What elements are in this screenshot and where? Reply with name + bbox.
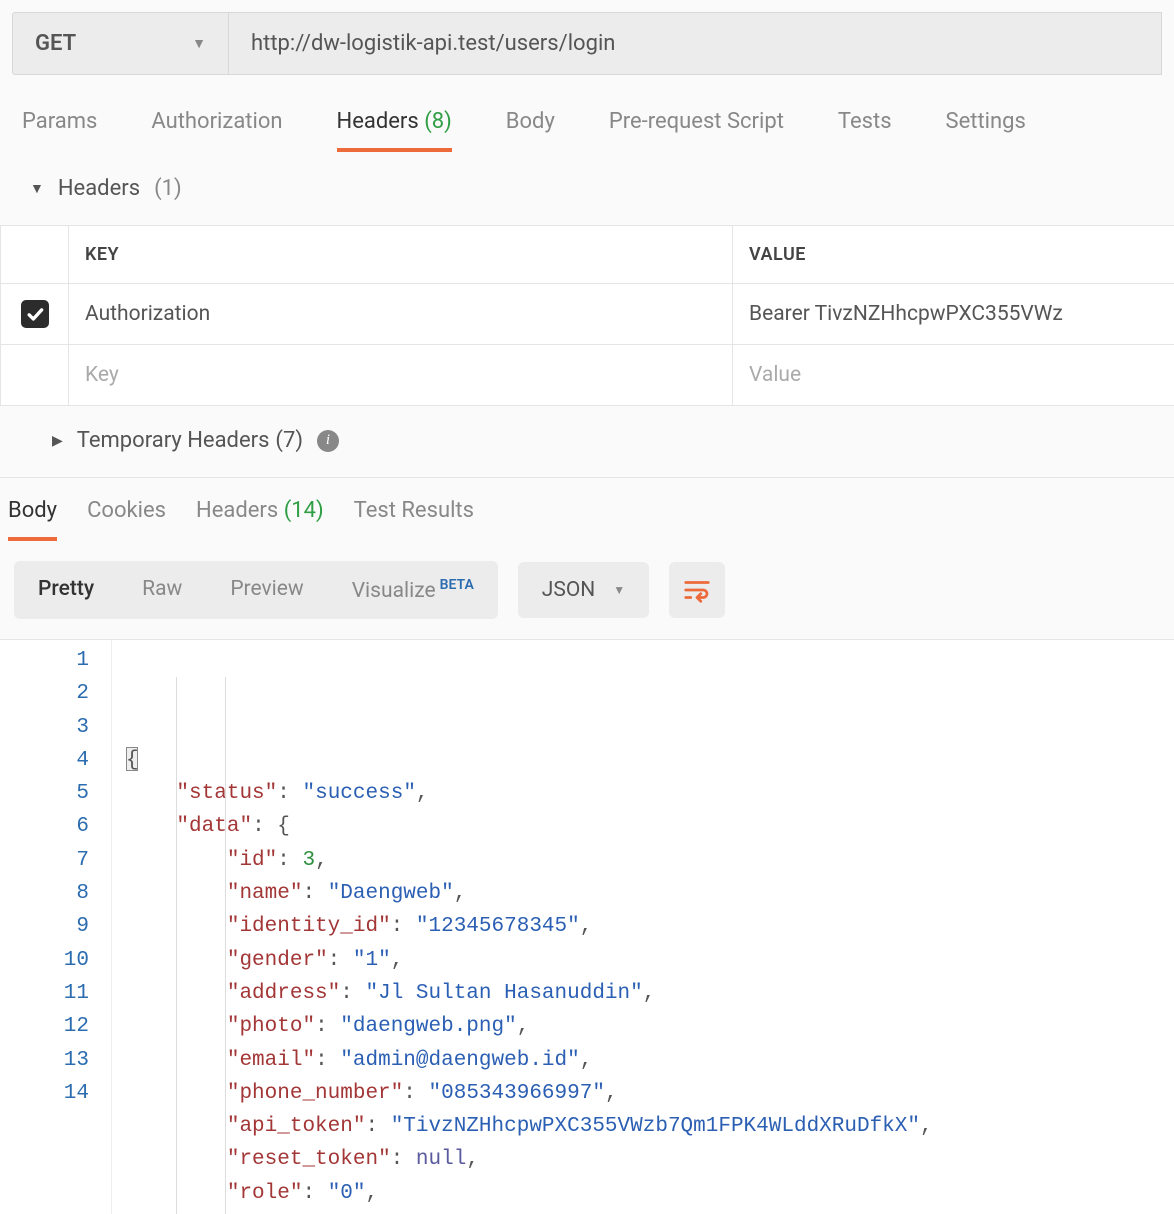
- line-gutter: 1 2 3 4 5 6 7 8 9 10 11 12 13 14: [0, 640, 112, 1214]
- tab-authorization[interactable]: Authorization: [151, 109, 282, 152]
- http-method-select[interactable]: GET ▼: [12, 12, 228, 75]
- wrap-icon: [682, 575, 712, 605]
- body-format-select[interactable]: JSON ▼: [518, 562, 649, 618]
- view-pretty[interactable]: Pretty: [14, 561, 118, 619]
- header-value-input[interactable]: Value: [733, 345, 1174, 405]
- header-enabled-checkbox[interactable]: [21, 300, 49, 328]
- headers-section-toggle[interactable]: ▼ Headers (1): [22, 170, 1152, 207]
- wrap-lines-button[interactable]: [669, 562, 725, 618]
- headers-section-title: Headers: [58, 176, 140, 201]
- triangle-down-icon: ▼: [30, 180, 44, 197]
- info-icon[interactable]: i: [317, 430, 339, 452]
- response-tabs: Body Cookies Headers (14) Test Results: [0, 478, 1174, 541]
- temporary-headers-toggle[interactable]: ▶ Temporary Headers (7) i: [22, 406, 1152, 463]
- response-body-viewer[interactable]: 1 2 3 4 5 6 7 8 9 10 11 12 13 14 { "stat…: [0, 639, 1174, 1214]
- headers-table: KEY VALUE Authorization Bearer TivzNZHhc…: [0, 225, 1174, 406]
- http-method-label: GET: [35, 31, 76, 56]
- response-tab-tests[interactable]: Test Results: [354, 498, 474, 541]
- response-tab-body[interactable]: Body: [8, 498, 57, 541]
- temporary-headers-title: Temporary Headers: [77, 428, 270, 453]
- view-preview[interactable]: Preview: [206, 561, 327, 619]
- triangle-right-icon: ▶: [52, 433, 63, 449]
- chevron-down-icon: ▼: [613, 583, 625, 597]
- header-key-input[interactable]: Key: [69, 345, 733, 405]
- check-icon: [25, 304, 45, 324]
- headers-section-count: (1): [154, 176, 182, 201]
- tab-settings[interactable]: Settings: [946, 109, 1026, 152]
- view-raw[interactable]: Raw: [118, 561, 206, 619]
- request-tabs: Params Authorization Headers (8) Body Pr…: [0, 75, 1174, 152]
- header-value-cell[interactable]: Bearer TivzNZHhcpwPXC355VWz: [733, 284, 1174, 344]
- view-visualize[interactable]: VisualizeBETA: [328, 561, 498, 619]
- tab-tests[interactable]: Tests: [838, 109, 892, 152]
- header-row: Authorization Bearer TivzNZHhcpwPXC355VW…: [1, 284, 1174, 345]
- tab-prerequest[interactable]: Pre-request Script: [609, 109, 784, 152]
- temporary-headers-count: (7): [275, 428, 303, 453]
- body-format-label: JSON: [542, 578, 595, 602]
- body-view-mode: Pretty Raw Preview VisualizeBETA: [14, 561, 498, 619]
- response-tab-headers[interactable]: Headers (14): [196, 498, 324, 541]
- response-headers-count: (14): [284, 498, 324, 523]
- response-tab-cookies[interactable]: Cookies: [87, 498, 166, 541]
- headers-table-header: KEY VALUE: [1, 226, 1174, 284]
- tab-headers[interactable]: Headers (8): [337, 109, 452, 152]
- column-key: KEY: [69, 226, 733, 283]
- header-row-empty: Key Value: [1, 345, 1174, 405]
- beta-badge: BETA: [440, 577, 474, 593]
- column-value: VALUE: [733, 226, 1174, 283]
- tab-params[interactable]: Params: [22, 109, 97, 152]
- chevron-down-icon: ▼: [192, 35, 206, 52]
- headers-count-badge: (8): [424, 109, 452, 134]
- header-key-cell[interactable]: Authorization: [69, 284, 733, 344]
- code-content: { "status": "success", "data": { "id": 3…: [112, 640, 1174, 1214]
- url-input[interactable]: http://dw-logistik-api.test/users/login: [228, 12, 1162, 75]
- tab-body[interactable]: Body: [506, 109, 555, 152]
- url-value: http://dw-logistik-api.test/users/login: [251, 31, 615, 56]
